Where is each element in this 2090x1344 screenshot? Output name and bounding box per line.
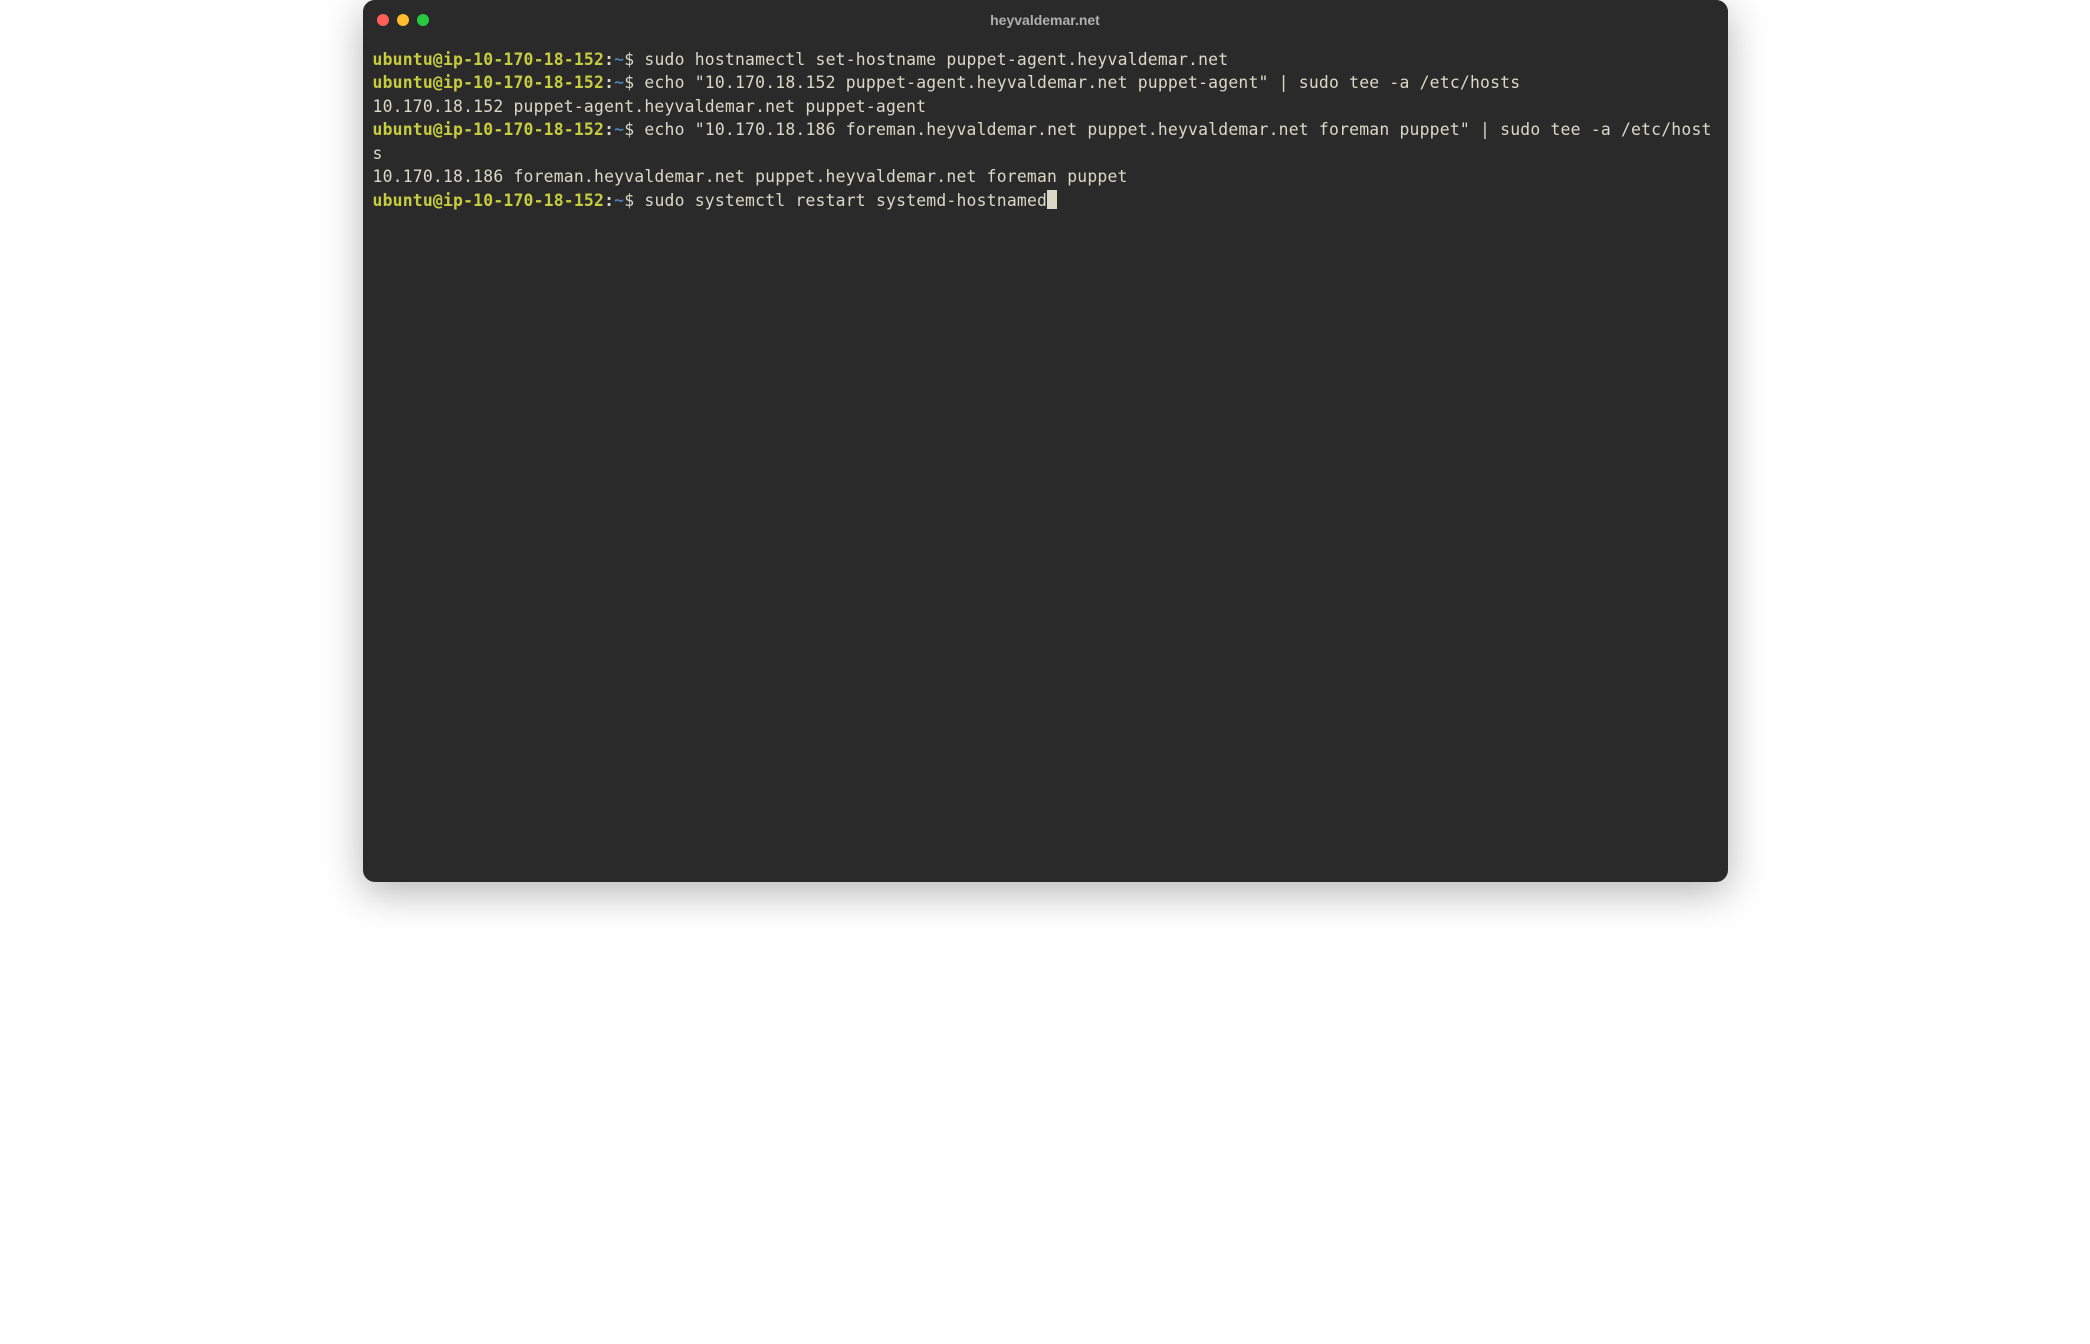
zoom-icon[interactable] xyxy=(417,14,429,26)
prompt-path: ~ xyxy=(614,50,624,69)
prompt-colon: : xyxy=(604,50,614,69)
prompt-user-host: ubuntu@ip-10-170-18-152 xyxy=(373,50,605,69)
prompt-colon: : xyxy=(604,191,614,210)
prompt-path: ~ xyxy=(614,120,624,139)
prompt-path: ~ xyxy=(614,73,624,92)
prompt-colon: : xyxy=(604,120,614,139)
output-text: 10.170.18.186 foreman.heyvaldemar.net pu… xyxy=(373,167,1128,186)
prompt-dollar: $ xyxy=(624,73,644,92)
terminal-body[interactable]: ubuntu@ip-10-170-18-152:~$ sudo hostname… xyxy=(363,40,1728,220)
traffic-lights xyxy=(377,14,429,26)
prompt-dollar: $ xyxy=(624,50,644,69)
close-icon[interactable] xyxy=(377,14,389,26)
titlebar: heyvaldemar.net xyxy=(363,0,1728,40)
command-text: sudo systemctl restart systemd-hostnamed xyxy=(644,191,1047,210)
terminal-window: heyvaldemar.net ubuntu@ip-10-170-18-152:… xyxy=(363,0,1728,882)
command-text: echo "10.170.18.152 puppet-agent.heyvald… xyxy=(644,73,1520,92)
prompt-dollar: $ xyxy=(624,191,644,210)
output-text: 10.170.18.152 puppet-agent.heyvaldemar.n… xyxy=(373,97,927,116)
window-title: heyvaldemar.net xyxy=(363,12,1728,28)
prompt-user-host: ubuntu@ip-10-170-18-152 xyxy=(373,191,605,210)
prompt-path: ~ xyxy=(614,191,624,210)
command-text: sudo hostnamectl set-hostname puppet-age… xyxy=(644,50,1228,69)
prompt-colon: : xyxy=(604,73,614,92)
prompt-dollar: $ xyxy=(624,120,644,139)
prompt-user-host: ubuntu@ip-10-170-18-152 xyxy=(373,73,605,92)
minimize-icon[interactable] xyxy=(397,14,409,26)
prompt-user-host: ubuntu@ip-10-170-18-152 xyxy=(373,120,605,139)
cursor-icon xyxy=(1047,190,1057,209)
